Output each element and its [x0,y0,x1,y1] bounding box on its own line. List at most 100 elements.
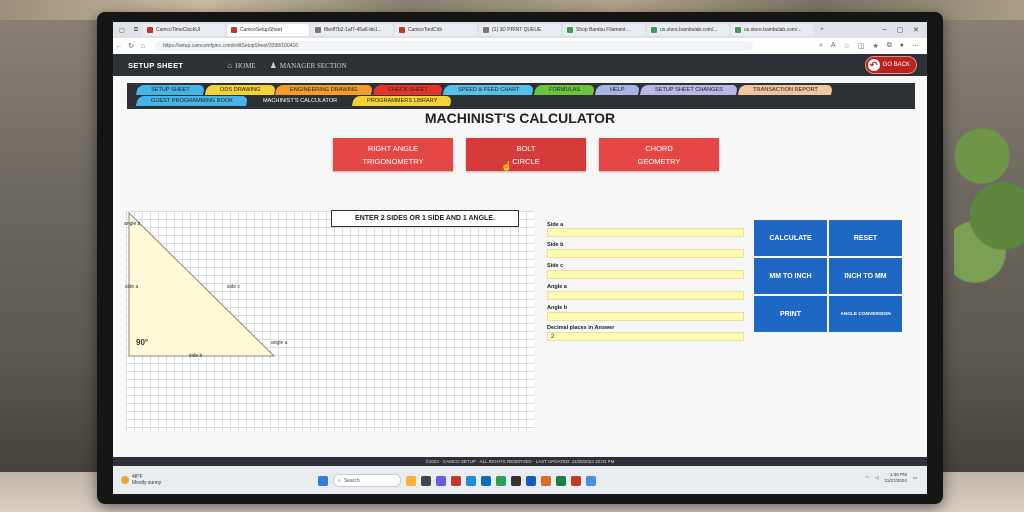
browser-tab[interactable]: CamcoTimeClockUI [143,24,225,36]
label-right-angle: 90° [136,338,149,347]
decimal-places-label: Decimal places in Answer [547,325,615,331]
notification-icon[interactable]: ▭ [913,475,917,481]
side-b-input[interactable] [547,249,744,258]
menu-tab[interactable]: SETUP SHEET CHANGES [639,85,738,95]
app-icon[interactable] [511,475,521,486]
menu-tab[interactable]: FORMULAS [534,85,596,95]
browser-menu-icon[interactable]: ▢ [117,25,127,35]
tab-favicon-icon [651,27,657,33]
browser-tab[interactable]: (1) 3D PRINT QUEUE [479,24,561,36]
close-icon[interactable]: ✕ [913,26,919,34]
read-aloud-icon[interactable]: A [831,42,836,50]
right-angle-trig-button[interactable]: RIGHT ANGLE TRIGONOMETRY [333,138,453,171]
tab-favicon-icon [399,27,405,33]
side-c-input[interactable] [547,270,744,279]
manager-section-link[interactable]: ♟ MANAGER SECTION [270,61,347,70]
inch-to-mm-button[interactable]: INCH TO MM [829,258,902,294]
refresh-icon[interactable]: ↻ [125,42,137,50]
menu-tab-label: SETUP SHEET [151,87,190,93]
taskbar-search[interactable]: ⌕ Search [333,474,401,487]
taskbar: 48°F Mostly sunny ⌕ Search ◠ ◁ 1:36 PM 1… [113,466,927,494]
camco-app-icon-2[interactable] [571,475,581,486]
browser-tab[interactable]: CamcoToolCrib [395,24,477,36]
browser-tab[interactable]: f8edf7b2-1af7-45a6-bb1... [311,24,393,36]
calculate-button[interactable]: CALCULATE [754,220,827,256]
side-a-input[interactable] [547,228,744,237]
weather-desc: Mostly sunny [132,480,162,486]
browser-tab[interactable]: Shop Bambu Filament ... [563,24,645,36]
app-icon-2[interactable] [586,475,596,486]
chord-geometry-button[interactable]: CHORD GEOMETRY [599,138,719,171]
task-view-icon[interactable] [421,475,431,486]
home-link[interactable]: ⌂ HOME [227,61,255,70]
browser-tab-bar: ▢ ⧉ CamcoTimeClockUI CamcoSetupSheet f8edf… [113,22,927,38]
menu-tab[interactable]: GUEST PROGRAMMING BOOK [135,96,249,106]
app-header: SETUP SHEET ⌂ HOME ♟ MANAGER SECTION ↶ GO … [113,54,927,76]
bolt-circle-button[interactable]: BOLT CIRCLE [466,138,586,171]
back-icon[interactable]: ← [113,43,125,50]
chrome-icon[interactable] [496,475,506,486]
clock[interactable]: 1:36 PM 11/27/2024 [885,472,907,484]
favorites-icon[interactable]: ★ [872,42,878,50]
angle-conversion-button[interactable]: ANGLE CONVERSION [829,296,902,332]
zoom-icon[interactable]: ⌕ [819,42,823,50]
decimal-places-input[interactable]: 2 [547,332,744,341]
browser-tab[interactable]: us.store.bambulab.com/... [647,24,729,36]
menu-tab[interactable]: SPEED & FEED CHART [442,85,535,95]
angle-b-input[interactable] [547,312,744,321]
menu-tab[interactable]: PROGRAMMERS LIBRARY [352,96,453,106]
powerpoint-icon[interactable] [541,475,551,486]
side-b-label: Side b [547,242,564,248]
menu-tab[interactable]: SETUP SHEET [135,85,205,95]
browser-tab[interactable]: us.store.bambulab.com/... [731,24,813,36]
browser-toolbar-icons: ⌕ A ☆ ◫ ★ ⧉ ● ⋯ [819,42,919,50]
minimize-icon[interactable]: – [883,26,887,34]
tab-favicon-icon [735,27,741,33]
windows-start-icon[interactable] [318,475,328,486]
go-back-button[interactable]: ↶ GO BACK [864,56,917,74]
favorite-icon[interactable]: ☆ [844,42,850,50]
menu-tab[interactable]: HELP [595,85,640,95]
menu-tab[interactable]: TRANSACTION REPORT [737,85,833,95]
page-title: MACHINIST'S CALCULATOR [424,110,616,126]
url-field[interactable]: https://setup.camcomfginc.com/editSetupS… [155,41,753,51]
print-button[interactable]: PRINT [754,296,827,332]
edge-icon[interactable] [466,475,476,486]
tab-label: (1) 3D PRINT QUEUE [492,27,542,33]
page-footer: ©2024 · CAMCO SETUP · ALL RIGHTS RESERVE… [113,457,927,466]
angle-a-input[interactable] [547,291,744,300]
excel-icon[interactable] [556,475,566,486]
menu-tab[interactable]: MACHINIST'S CALCULATOR [247,96,353,106]
menu-tab[interactable]: ENGINEERING DRAWING [275,85,373,95]
mouse-cursor-icon: ☝ [501,161,513,171]
more-icon[interactable]: ⋯ [912,42,919,50]
reset-button[interactable]: RESET [829,220,902,256]
collections-icon[interactable]: ⧉ [887,42,892,50]
undo-arrow-icon: ↶ [867,59,880,71]
outlook-icon[interactable] [481,475,491,486]
menu-tab-label: CHECK SHEET [387,87,428,93]
weather-widget[interactable]: 48°F Mostly sunny [121,474,161,486]
new-tab-icon[interactable]: + [817,25,827,35]
tab-actions-icon[interactable]: ⧉ [131,25,141,35]
menu-tab[interactable]: ODS DRAWING [204,85,276,95]
split-screen-icon[interactable]: ◫ [858,42,865,50]
file-explorer-icon[interactable] [406,475,416,486]
teams-icon[interactable] [436,475,446,486]
app-brand: SETUP SHEET [128,60,184,70]
maximize-icon[interactable]: ▢ [897,26,904,34]
wifi-icon[interactable]: ◠ [865,475,869,481]
home-icon[interactable]: ⌂ [137,43,149,50]
menu-tab[interactable]: CHECK SHEET [372,85,443,95]
camco-app-icon[interactable] [451,475,461,486]
volume-icon[interactable]: ◁ [875,475,878,481]
label-side-c: side c [227,284,241,290]
browser-tab[interactable]: CamcoSetupSheet [227,24,309,36]
word-icon[interactable] [526,475,536,486]
menu-tab-label: SPEED & FEED CHART [457,87,520,93]
mm-to-inch-button[interactable]: MM TO INCH [754,258,827,294]
menu-tab-label: GUEST PROGRAMMING BOOK [151,98,233,104]
profile-icon[interactable]: ● [900,42,904,50]
section-menu: SETUP SHEET ODS DRAWING ENGINEERING DRAWIN… [127,83,915,109]
tab-favicon-icon [147,27,153,33]
